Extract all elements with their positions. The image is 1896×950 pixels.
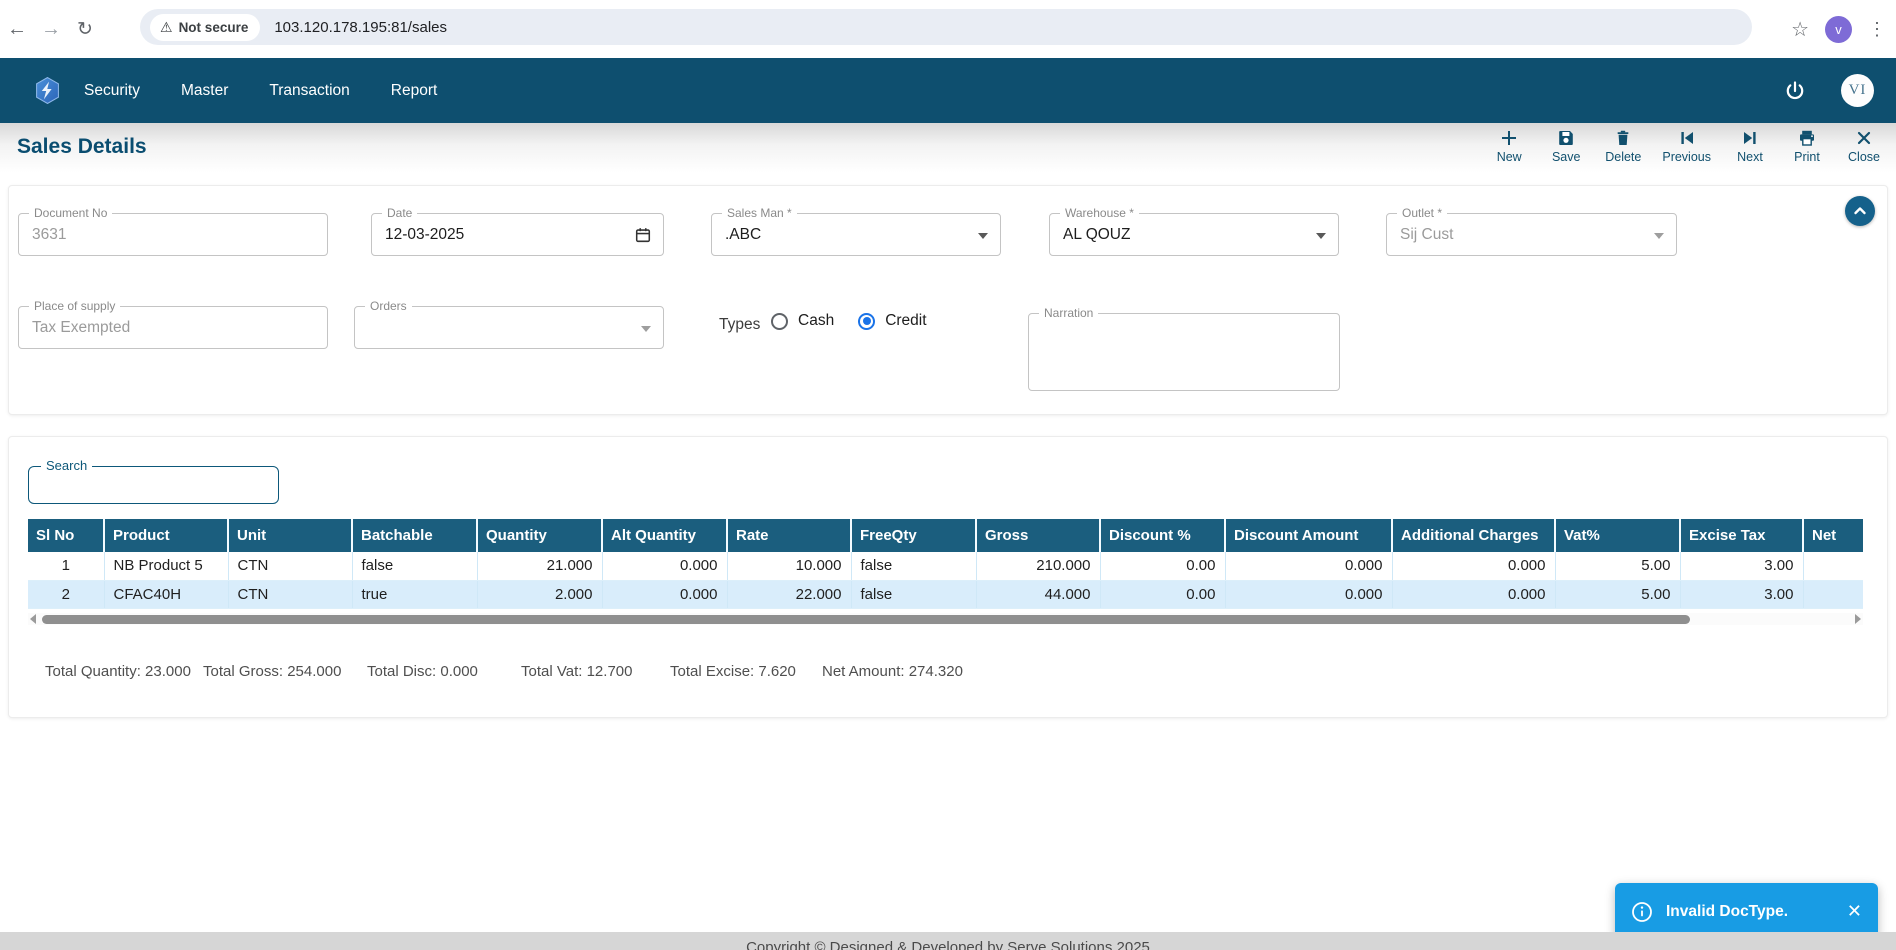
nav-item-master[interactable]: Master — [181, 82, 228, 100]
address-bar[interactable]: ⚠ Not secure 103.120.178.195:81/sales — [140, 9, 1752, 45]
total-gross: Total Gross: 254.000 — [203, 663, 341, 680]
chevron-down-icon[interactable] — [641, 326, 651, 332]
trash-icon — [1613, 128, 1633, 148]
close-button[interactable]: Close — [1846, 128, 1882, 164]
nav-item-report[interactable]: Report — [391, 82, 438, 100]
grid-row-1[interactable]: 1 NB Product 5 CTN false 21.000 0.000 10… — [28, 552, 1863, 580]
col-header-excise-tax: Excise Tax — [1680, 519, 1803, 552]
browser-avatar[interactable]: v — [1825, 16, 1852, 43]
lines-grid-viewport: Sl No Product Unit Batchable Quantity Al… — [28, 519, 1863, 609]
col-header-rate: Rate — [727, 519, 851, 552]
app-window: ← → ↻ ⚠ Not secure 103.120.178.195:81/sa… — [0, 0, 1896, 950]
col-header-additional-charges: Additional Charges — [1392, 519, 1555, 552]
info-icon — [1631, 901, 1653, 923]
orders-select[interactable]: Orders — [354, 306, 664, 349]
cash-radio[interactable] — [771, 313, 788, 330]
search-input[interactable] — [37, 469, 267, 501]
cash-radio-label: Cash — [798, 312, 834, 330]
user-avatar[interactable]: VI — [1841, 74, 1874, 107]
page-title: Sales Details — [17, 135, 147, 159]
nav-item-transaction[interactable]: Transaction — [269, 82, 349, 100]
browser-forward-icon[interactable]: → — [34, 18, 68, 41]
warning-icon: ⚠ — [160, 19, 173, 36]
total-excise: Total Excise: 7.620 — [670, 663, 796, 680]
warehouse-select[interactable]: Warehouse * AL QOUZ — [1049, 213, 1339, 256]
scroll-right-icon[interactable] — [1855, 614, 1861, 624]
sales-lines-panel: Search Sl No Product Unit Batchable — [8, 436, 1888, 718]
col-header-alt-quantity: Alt Quantity — [602, 519, 727, 552]
collapse-panel-button[interactable] — [1845, 196, 1875, 226]
new-button[interactable]: New — [1491, 128, 1527, 164]
col-header-net: Net — [1803, 519, 1863, 552]
delete-button[interactable]: Delete — [1605, 128, 1641, 164]
floppy-icon — [1556, 128, 1576, 148]
security-chip-label: Not secure — [179, 20, 249, 35]
col-header-batchable: Batchable — [352, 519, 477, 552]
col-header-quantity: Quantity — [477, 519, 602, 552]
total-quantity: Total Quantity: 23.000 — [45, 663, 191, 680]
nav-item-security[interactable]: Security — [84, 82, 140, 100]
chevron-up-icon — [1852, 203, 1868, 219]
horizontal-scrollbar[interactable] — [28, 613, 1863, 625]
security-chip[interactable]: ⚠ Not secure — [150, 14, 260, 41]
browser-menu-icon[interactable]: ⋮ — [1868, 19, 1886, 40]
copyright-text: Copyright © Designed & Developed by Serv… — [746, 939, 1150, 950]
col-header-freeqty: FreeQty — [851, 519, 976, 552]
calendar-icon[interactable] — [634, 226, 652, 244]
total-disc: Total Disc: 0.000 — [367, 663, 478, 680]
printer-icon — [1797, 128, 1817, 148]
browser-back-icon[interactable]: ← — [0, 18, 34, 41]
chevron-down-icon[interactable] — [1316, 233, 1326, 239]
page-footer: Copyright © Designed & Developed by Serv… — [0, 932, 1896, 950]
save-button[interactable]: Save — [1548, 128, 1584, 164]
bookmark-star-icon[interactable]: ☆ — [1791, 17, 1809, 42]
outlet-select: Outlet * Sij Cust — [1386, 213, 1677, 256]
totals-row: Total Quantity: 23.000 Total Gross: 254.… — [9, 663, 1887, 685]
grid-row-2[interactable]: 2 CFAC40H CTN true 2.000 0.000 22.000 fa… — [28, 580, 1863, 608]
col-header-discount-amount: Discount Amount — [1225, 519, 1392, 552]
col-header-slno: Sl No — [28, 519, 104, 552]
url-text: 103.120.178.195:81/sales — [274, 19, 447, 36]
app-logo-icon[interactable] — [34, 77, 61, 104]
chevron-down-icon[interactable] — [978, 233, 988, 239]
col-header-unit: Unit — [228, 519, 352, 552]
skip-back-icon — [1677, 128, 1697, 148]
plus-icon — [1499, 128, 1519, 148]
browser-chrome: ← → ↻ ⚠ Not secure 103.120.178.195:81/sa… — [0, 0, 1896, 58]
toast-message: Invalid DocType. — [1666, 903, 1834, 921]
place-of-supply-field: Place of supply Tax Exempted — [18, 306, 328, 349]
browser-reload-icon[interactable]: ↻ — [68, 18, 102, 41]
types-label: Types — [719, 316, 760, 334]
credit-radio-label: Credit — [885, 312, 926, 330]
print-button[interactable]: Print — [1789, 128, 1825, 164]
types-radio-group: Cash Credit — [771, 312, 941, 330]
net-amount: Net Amount: 274.320 — [822, 663, 963, 680]
scroll-left-icon[interactable] — [30, 614, 36, 624]
chevron-down-icon — [1654, 233, 1664, 239]
power-icon[interactable] — [1783, 79, 1807, 103]
skip-forward-icon — [1740, 128, 1760, 148]
total-vat: Total Vat: 12.700 — [521, 663, 632, 680]
date-field[interactable]: Date 12-03-2025 — [371, 213, 664, 256]
previous-button[interactable]: Previous — [1662, 128, 1711, 164]
next-button[interactable]: Next — [1732, 128, 1768, 164]
search-field[interactable]: Search — [28, 466, 279, 504]
narration-textarea[interactable]: Narration — [1028, 313, 1340, 391]
col-header-gross: Gross — [976, 519, 1100, 552]
close-icon — [1854, 128, 1874, 148]
document-no-field: Document No 3631 — [18, 213, 328, 256]
grid-header-row: Sl No Product Unit Batchable Quantity Al… — [28, 519, 1863, 552]
sales-man-select[interactable]: Sales Man * .ABC — [711, 213, 1001, 256]
scrollbar-thumb[interactable] — [42, 615, 1690, 624]
sales-header-form: Document No 3631 Date 12-03-2025 Sales M… — [8, 185, 1888, 415]
col-header-discount-pct: Discount % — [1100, 519, 1225, 552]
lines-grid: Sl No Product Unit Batchable Quantity Al… — [28, 519, 1863, 609]
toast-close-icon[interactable]: ✕ — [1847, 901, 1862, 922]
credit-radio[interactable] — [858, 313, 875, 330]
col-header-product: Product — [104, 519, 228, 552]
record-toolbar: New Save Delete Previous — [1491, 128, 1882, 164]
app-navbar: Security Master Transaction Report VI — [0, 58, 1896, 123]
col-header-vat: Vat% — [1555, 519, 1680, 552]
